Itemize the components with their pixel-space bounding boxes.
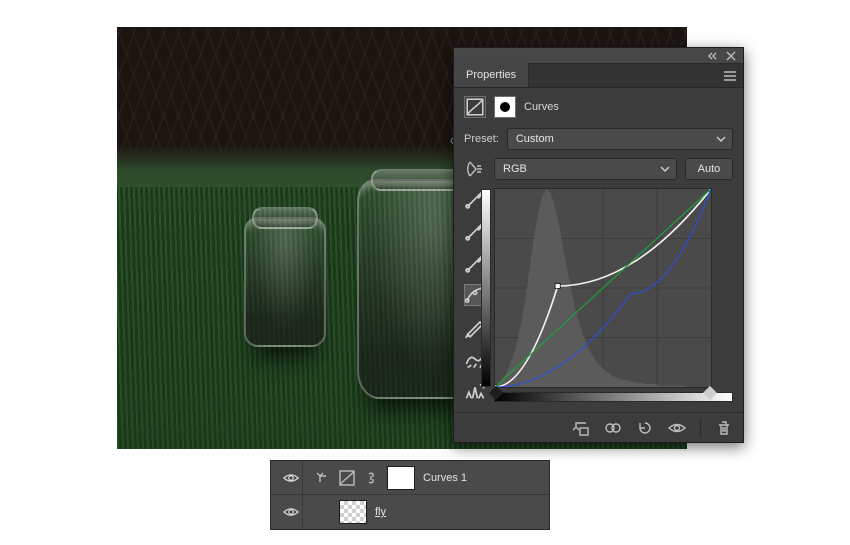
- clip-to-layer-icon[interactable]: [572, 419, 590, 437]
- jar-small: [244, 217, 326, 347]
- close-panel-icon[interactable]: [725, 50, 737, 62]
- preset-value: Custom: [516, 133, 554, 145]
- auto-button-label: Auto: [698, 163, 721, 175]
- tab-properties[interactable]: Properties: [454, 63, 529, 87]
- panel-titlebar: [454, 48, 743, 64]
- delete-icon[interactable]: [715, 419, 733, 437]
- layer-name[interactable]: Curves 1: [423, 472, 467, 484]
- view-previous-icon[interactable]: [604, 419, 622, 437]
- visibility-toggle[interactable]: [279, 461, 303, 494]
- collapse-panel-icon[interactable]: [707, 50, 719, 62]
- panel-menu-icon[interactable]: [721, 67, 739, 85]
- curves-adjustment-icon[interactable]: [464, 96, 486, 118]
- reset-icon[interactable]: [636, 419, 654, 437]
- visibility-toggle[interactable]: [279, 495, 303, 529]
- layer-mask-thumb[interactable]: [387, 466, 415, 490]
- layer-content-thumb[interactable]: [339, 500, 367, 524]
- panel-tabbar: Properties: [454, 64, 743, 88]
- auto-button[interactable]: Auto: [685, 158, 733, 180]
- curves-layer-icon: [339, 470, 355, 486]
- chevron-down-icon: [716, 134, 726, 144]
- curves-graph[interactable]: [494, 188, 712, 388]
- clip-indicator-icon: [315, 470, 331, 486]
- separator: [700, 419, 701, 437]
- layer-name[interactable]: fly: [375, 506, 386, 518]
- properties-panel: Properties Curves Preset: Custom: [453, 47, 744, 443]
- adjustment-header: Curves: [464, 96, 733, 118]
- preset-select[interactable]: Custom: [507, 128, 733, 150]
- layers-strip: Curves 1 fly: [270, 460, 550, 530]
- chevron-down-icon: [660, 164, 670, 174]
- channel-select[interactable]: RGB: [494, 158, 677, 180]
- panel-footer: [454, 412, 743, 442]
- channel-row: RGB Auto: [464, 158, 733, 180]
- link-icon: [363, 470, 379, 486]
- channel-value: RGB: [503, 163, 527, 175]
- targeted-adjust-icon[interactable]: [464, 158, 486, 180]
- layer-row-fly[interactable]: fly: [271, 495, 549, 529]
- tab-properties-label: Properties: [466, 69, 516, 81]
- layer-row-curves[interactable]: Curves 1: [271, 461, 549, 495]
- input-gradient: [481, 189, 491, 387]
- layer-mask-thumb[interactable]: [494, 96, 516, 118]
- preset-label: Preset:: [464, 133, 499, 145]
- toggle-visibility-icon[interactable]: [668, 419, 686, 437]
- output-gradient: [494, 392, 733, 402]
- preset-row: Preset: Custom: [464, 128, 733, 150]
- adjustment-type-label: Curves: [524, 101, 559, 113]
